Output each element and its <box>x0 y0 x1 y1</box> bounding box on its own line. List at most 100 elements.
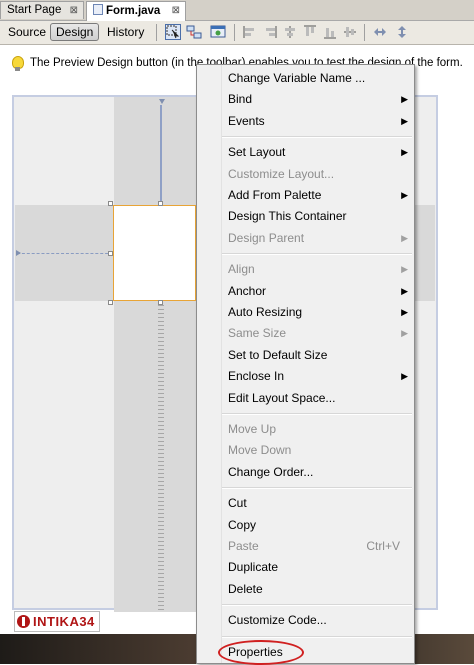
tab-label: Form.java <box>106 5 161 17</box>
menu-item-label: Same Size <box>228 326 287 341</box>
tab-form-java[interactable]: Form.java ⊠ <box>86 1 186 21</box>
menu-item-enclose-in[interactable]: Enclose In ▶ <box>222 366 412 387</box>
left-anchor-icon <box>16 250 21 256</box>
menu-item-anchor[interactable]: Anchor ▶ <box>222 281 412 302</box>
tab-label: Start Page <box>7 4 62 16</box>
selected-grid-cell[interactable] <box>113 205 196 301</box>
align-bottom-icon[interactable] <box>322 24 338 40</box>
menu-item-label: Change Order... <box>228 464 314 479</box>
menu-item-align: Align ▶ <box>222 259 412 280</box>
menu-item-customize-code[interactable]: Customize Code... <box>222 610 412 631</box>
menu-item-cut[interactable]: Cut <box>222 493 412 514</box>
menu-item-label: Design This Container <box>228 209 347 224</box>
source-view-button[interactable]: Source <box>3 23 51 41</box>
menu-item-move-up: Move Up <box>222 419 412 440</box>
toolbar-separator <box>156 24 157 41</box>
resize-handle[interactable] <box>108 251 113 256</box>
menu-item-change-variable-name[interactable]: Change Variable Name ... <box>222 68 412 89</box>
menu-item-label: Add From Palette <box>228 188 322 202</box>
submenu-arrow-icon: ▶ <box>401 264 408 275</box>
menu-item-label: Align <box>228 262 255 277</box>
menu-item-properties[interactable]: Properties <box>218 639 412 665</box>
menu-item-label: Delete <box>228 581 263 596</box>
align-top-icon[interactable] <box>302 24 318 40</box>
menu-item-same-size: Same Size ▶ <box>222 323 412 344</box>
menu-item-change-order[interactable]: Change Order... <box>222 462 412 483</box>
align-left-icon[interactable] <box>242 24 258 40</box>
menu-item-copy[interactable]: Copy <box>222 515 412 536</box>
menu-item-label: Move Up <box>228 422 277 436</box>
menu-item-shortcut: Ctrl+V <box>366 539 400 553</box>
lightbulb-base <box>15 67 20 71</box>
submenu-arrow-icon: ▶ <box>401 307 408 317</box>
watermark-logo: INTIKA34 <box>14 611 100 632</box>
tab-start-page[interactable]: Start Page ⊠ <box>0 1 84 19</box>
submenu-arrow-icon: ▶ <box>401 94 408 105</box>
center-horizontally-icon[interactable] <box>282 24 298 40</box>
submenu-arrow-icon: ▶ <box>401 190 408 200</box>
preview-design-icon[interactable] <box>210 24 226 40</box>
logo-icon <box>17 615 30 628</box>
menu-item-label: Bind <box>228 92 253 107</box>
close-icon[interactable]: ⊠ <box>172 5 180 16</box>
submenu-arrow-icon: ▶ <box>401 371 408 382</box>
menu-item-set-to-default-size[interactable]: Set to Default Size <box>222 345 412 366</box>
watermark-text: INTIKA34 <box>33 614 95 629</box>
menu-item-label: Customize Code... <box>228 613 327 628</box>
horizontal-anchor-guide <box>17 253 113 254</box>
menu-item-design-this-container[interactable]: Design This Container <box>222 206 412 227</box>
toolbar-separator <box>234 24 235 41</box>
editor-tab-strip: Start Page ⊠ Form.java ⊠ <box>0 0 474 21</box>
close-icon[interactable]: ⊠ <box>70 5 78 16</box>
align-right-icon[interactable] <box>262 24 278 40</box>
vertical-anchor-line <box>160 105 162 205</box>
menu-item-label: Set Layout <box>228 145 286 160</box>
menu-item-set-layout[interactable]: Set Layout ▶ <box>222 142 412 163</box>
resize-handle[interactable] <box>158 201 163 206</box>
menu-item-label: Design Parent <box>228 230 305 245</box>
menu-item-events[interactable]: Events ▶ <box>222 111 412 132</box>
menu-item-label: Auto Resizing <box>228 305 303 319</box>
submenu-arrow-icon: ▶ <box>401 232 408 243</box>
menu-separator <box>222 635 412 638</box>
java-file-icon <box>93 4 103 15</box>
menu-icon-gutter <box>197 65 222 663</box>
toolbar-separator <box>364 24 365 41</box>
annotation-ellipse <box>218 639 304 665</box>
vertical-resize-spring <box>158 305 164 610</box>
menu-item-label: Paste <box>228 539 259 553</box>
menu-item-design-parent: Design Parent ▶ <box>222 228 412 249</box>
menu-item-label: Customize Layout... <box>228 166 335 181</box>
selection-mode-icon[interactable] <box>165 24 181 40</box>
top-anchor-icon <box>159 99 165 104</box>
menu-item-label: Edit Layout Space... <box>228 390 336 405</box>
resize-handle[interactable] <box>158 300 163 305</box>
editor-toolbar: Source Design History <box>0 21 474 45</box>
menu-item-label: Duplicate <box>228 560 279 575</box>
menu-item-auto-resizing[interactable]: Auto Resizing ▶ <box>222 302 412 323</box>
menu-item-bind[interactable]: Bind ▶ <box>222 89 412 110</box>
menu-item-add-from-palette[interactable]: Add From Palette ▶ <box>222 185 412 206</box>
grid-column-band <box>114 97 196 612</box>
menu-item-customize-layout: Customize Layout... <box>222 164 412 185</box>
menu-item-label: Copy <box>228 517 257 532</box>
design-view-button[interactable]: Design <box>50 23 100 41</box>
menu-item-edit-layout-space[interactable]: Edit Layout Space... <box>222 388 412 409</box>
center-vertically-icon[interactable] <box>342 24 358 40</box>
menu-item-duplicate[interactable]: Duplicate <box>222 557 412 578</box>
submenu-arrow-icon: ▶ <box>401 328 408 339</box>
menu-separator <box>222 136 412 139</box>
resize-handle[interactable] <box>108 300 113 305</box>
resize-vertical-icon[interactable] <box>394 24 410 40</box>
submenu-arrow-icon: ▶ <box>401 285 408 296</box>
menu-separator <box>222 604 412 607</box>
menu-item-label: Anchor <box>228 283 267 298</box>
connection-mode-icon[interactable] <box>186 24 202 40</box>
menu-item-label: Set to Default Size <box>228 347 328 362</box>
menu-item-label: Events <box>228 113 265 128</box>
history-view-button[interactable]: History <box>102 23 149 41</box>
resize-handle[interactable] <box>108 201 113 206</box>
menu-item-delete[interactable]: Delete <box>222 579 412 600</box>
resize-horizontal-icon[interactable] <box>372 24 388 40</box>
submenu-arrow-icon: ▶ <box>401 147 408 158</box>
